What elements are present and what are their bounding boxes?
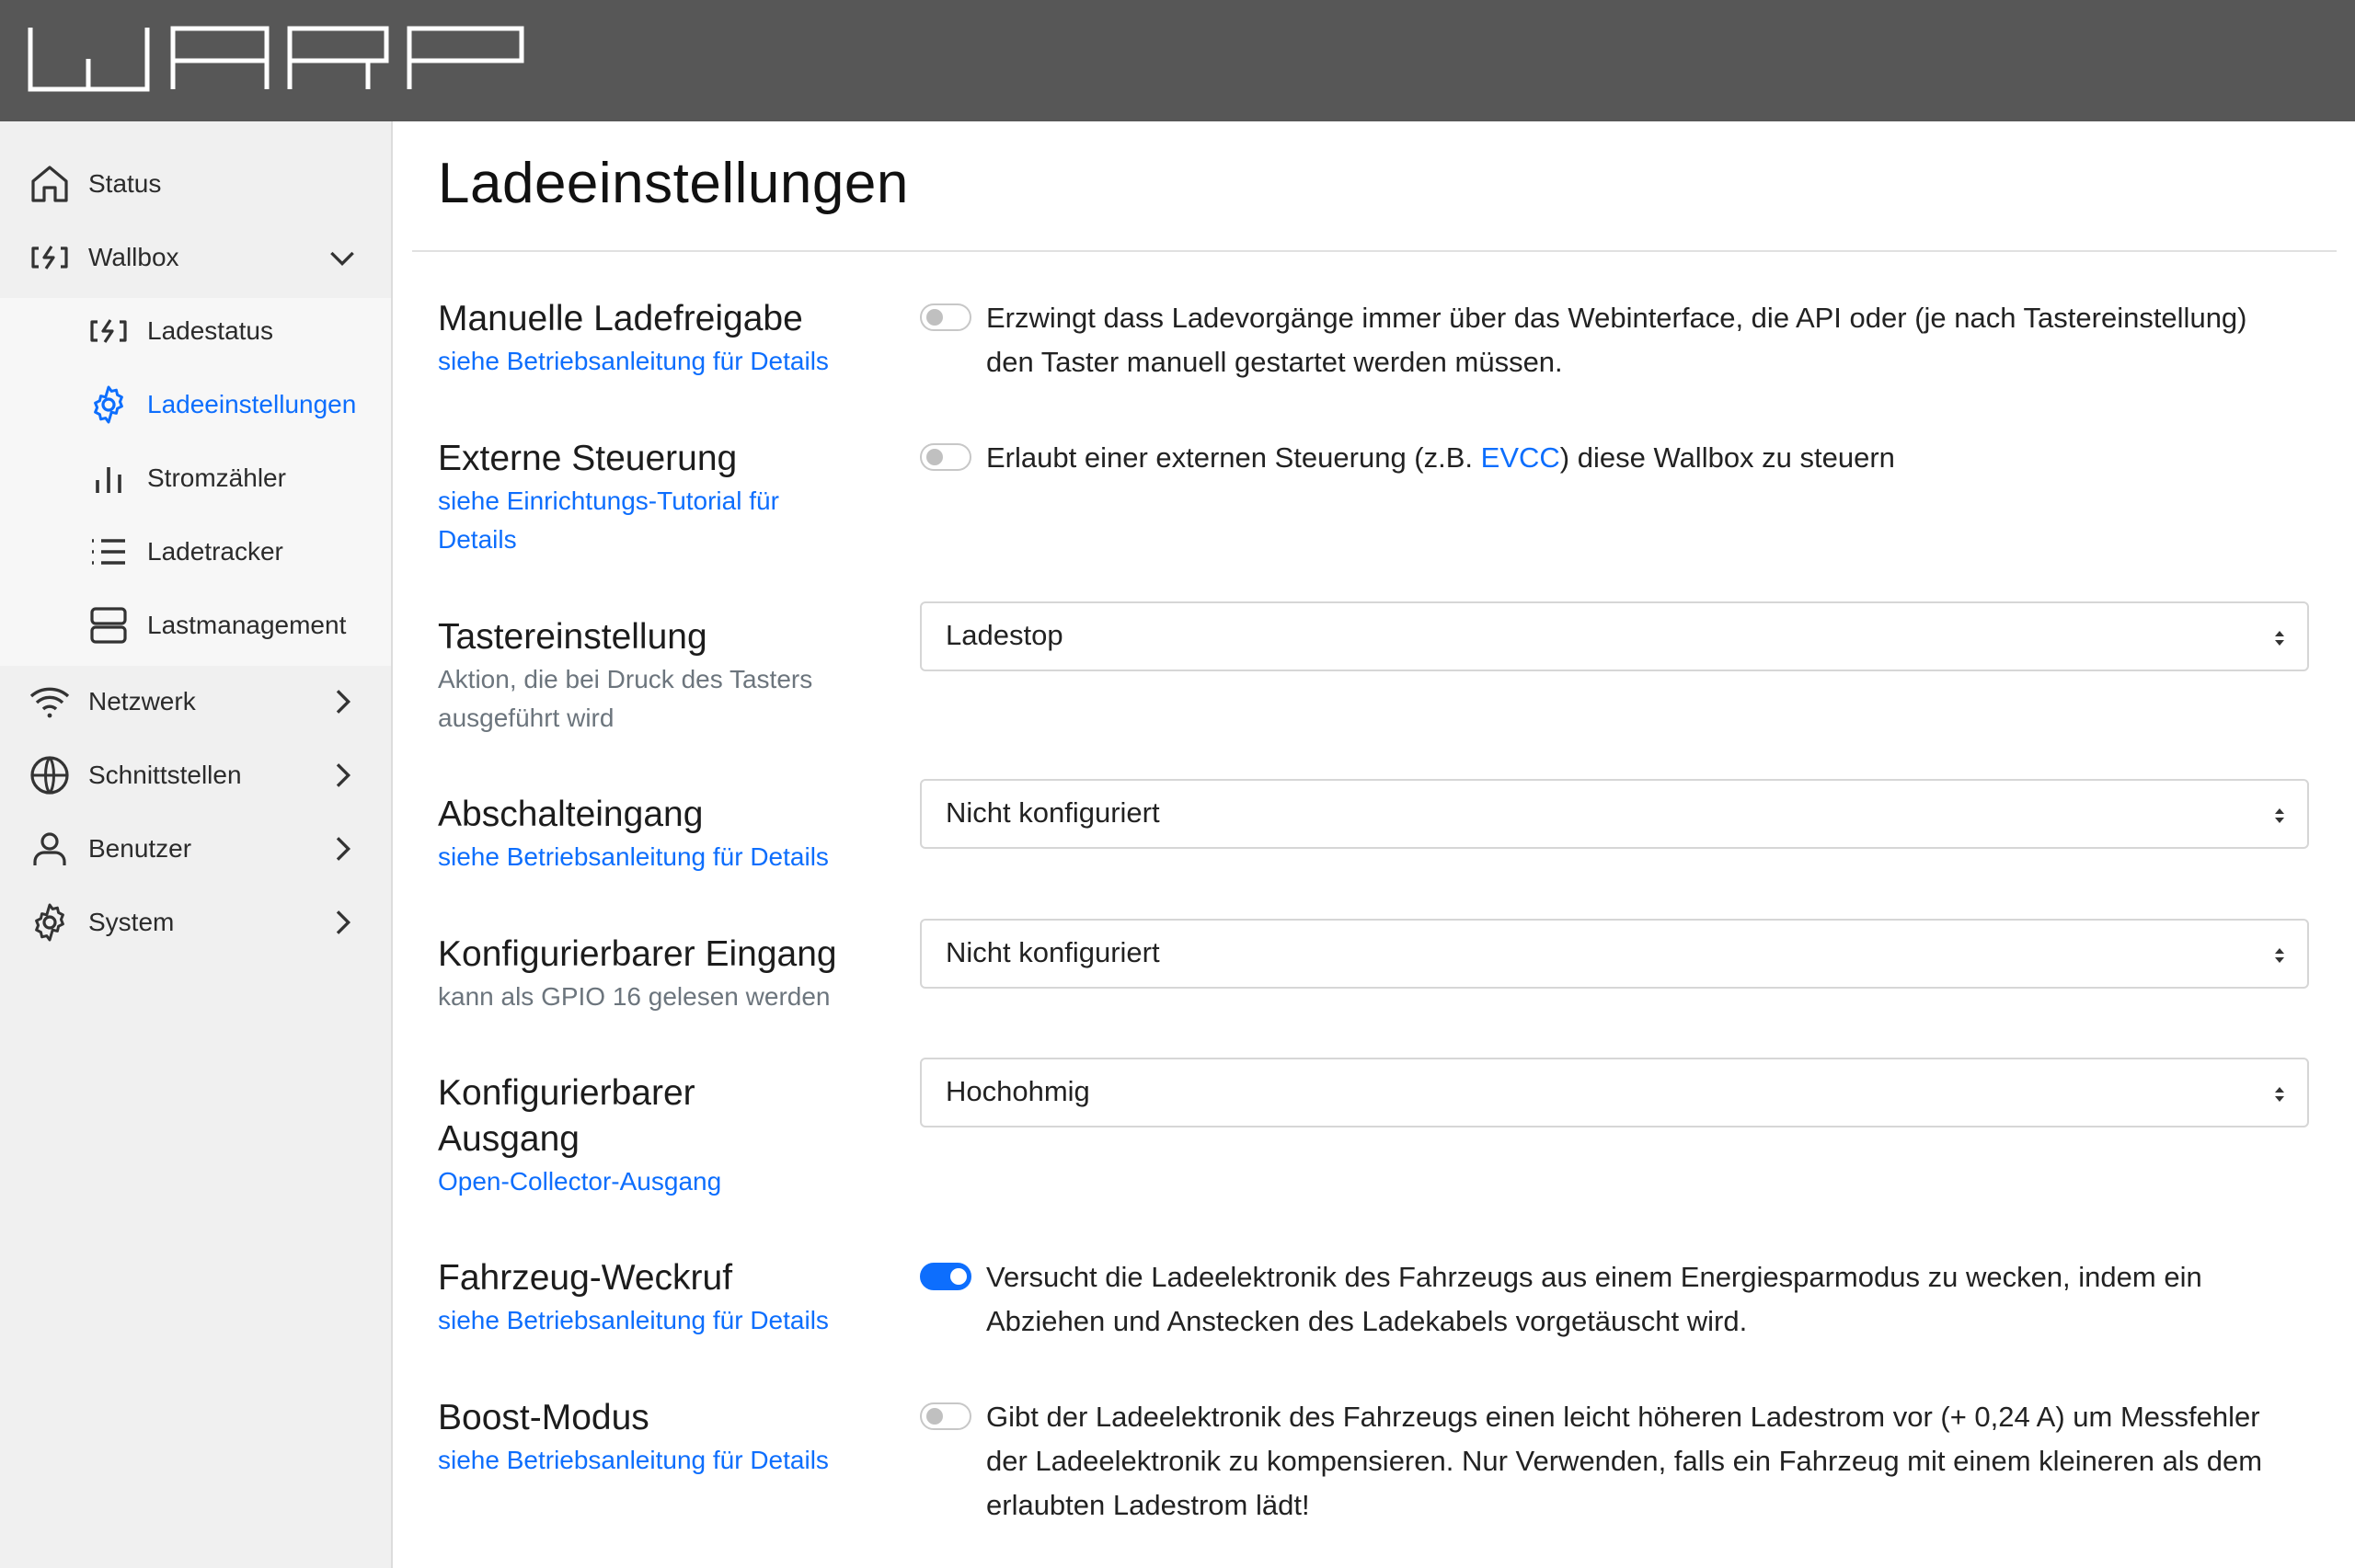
setting-title: Konfigurierbarer Ausgang xyxy=(438,1073,695,1159)
setting-title: Boost-Modus xyxy=(438,1398,649,1437)
server-icon xyxy=(90,607,127,644)
boost-link[interactable]: siehe Betriebsanleitung für Details xyxy=(438,1446,829,1474)
sidebar-item-system[interactable]: System xyxy=(0,889,391,956)
sidebar-item-label: Stromzähler xyxy=(147,464,286,492)
wifi-icon xyxy=(29,687,70,718)
page-title: Ladeeinstellungen xyxy=(438,152,909,215)
gear-icon xyxy=(94,385,123,424)
select-caret-icon xyxy=(2275,948,2284,963)
shutdown-link[interactable]: siehe Betriebsanleitung für Details xyxy=(438,842,829,871)
toggle-knob xyxy=(950,1268,967,1285)
toggle-knob xyxy=(926,309,943,326)
sidebar-item-benutzer[interactable]: Benutzer xyxy=(0,816,391,882)
sidebar-item-label: Ladeeinstellungen xyxy=(147,390,357,418)
setting-hint: Aktion, die bei Druck des Tasters ausgef… xyxy=(438,665,813,732)
manual-link[interactable]: siehe Betriebsanleitung für Details xyxy=(438,347,829,375)
sidebar-item-stromzaehler[interactable]: Stromzähler xyxy=(0,445,391,511)
sidebar-item-label: Benutzer xyxy=(88,834,192,863)
setting-title: Abschalteingang xyxy=(438,795,704,834)
desc-text: Erlaubt einer externen Steuerung (z.B. xyxy=(986,441,1481,474)
output-link[interactable]: Open-Collector-Ausgang xyxy=(438,1167,721,1196)
setting-title: Externe Steuerung xyxy=(438,439,738,478)
setting-title: Manuelle Ladefreigabe xyxy=(438,299,803,338)
wakeup-link[interactable]: siehe Betriebsanleitung für Details xyxy=(438,1306,829,1334)
sidebar-item-label: System xyxy=(88,908,175,936)
select-value: Hochohmig xyxy=(946,1075,1090,1107)
top-bar xyxy=(0,0,2355,121)
sidebar-item-label: Wallbox xyxy=(88,243,179,271)
sidebar-item-netzwerk[interactable]: Netzwerk xyxy=(0,669,391,735)
chevron-right-icon xyxy=(336,763,351,787)
setting-description: Versucht die Ladeelektronik des Fahrzeug… xyxy=(986,1261,2202,1337)
external-link[interactable]: siehe Einrichtungs-Tutorial für Details xyxy=(438,486,779,554)
bar-chart-icon xyxy=(96,467,121,493)
toggle-knob xyxy=(926,449,943,465)
select-value: Ladestop xyxy=(946,619,1063,651)
sidebar-item-label: Lastmanagement xyxy=(147,611,347,639)
select-value: Nicht konfiguriert xyxy=(946,936,1160,968)
select-value: Nicht konfiguriert xyxy=(946,796,1160,829)
setting-hint: kann als GPIO 16 gelesen werden xyxy=(438,982,831,1011)
title-divider xyxy=(412,250,2337,252)
sidebar-item-ladeeinstellungen[interactable]: Ladeeinstellungen xyxy=(0,372,391,438)
home-icon xyxy=(31,166,68,202)
vehicle-wakeup-toggle[interactable] xyxy=(920,1263,971,1290)
setting-description: Erzwingt dass Ladevorgänge immer über da… xyxy=(986,302,2247,378)
manual-release-toggle[interactable] xyxy=(920,303,971,331)
setting-title: Konfigurierbarer Eingang xyxy=(438,934,837,974)
desc-text: ) diese Wallbox zu steuern xyxy=(1559,441,1895,474)
sidebar-item-ladetracker[interactable]: Ladetracker xyxy=(0,519,391,585)
setting-description: Gibt der Ladeelektronik des Fahrzeugs ei… xyxy=(986,1401,2263,1521)
user-icon xyxy=(33,832,66,865)
setting-description: Erlaubt einer externen Steuerung (z.B. E… xyxy=(986,436,2292,480)
external-control-toggle[interactable] xyxy=(920,443,971,471)
sidebar-item-label: Ladestatus xyxy=(147,316,273,345)
select-caret-icon xyxy=(2275,808,2284,823)
toggle-knob xyxy=(926,1408,943,1425)
chevron-down-icon xyxy=(330,251,354,267)
charging-icon xyxy=(31,246,68,269)
chevron-right-icon xyxy=(336,910,351,934)
list-icon xyxy=(92,539,125,565)
chevron-right-icon xyxy=(336,837,351,861)
warp-logo xyxy=(28,26,524,92)
sidebar-item-schnittstellen[interactable]: Schnittstellen xyxy=(0,742,391,808)
sidebar-item-wallbox[interactable]: Wallbox xyxy=(0,224,391,291)
sidebar-item-lastmanagement[interactable]: Lastmanagement xyxy=(0,592,391,658)
boost-mode-toggle[interactable] xyxy=(920,1402,971,1430)
sidebar-item-label: Schnittstellen xyxy=(88,761,242,789)
gear-icon xyxy=(35,903,64,942)
wallbox-submenu: Ladestatus Ladeeinstellungen Stromzähler… xyxy=(0,298,391,666)
button-select[interactable]: Ladestop xyxy=(920,601,2309,671)
setting-title: Tastereinstellung xyxy=(438,617,707,657)
input-select[interactable]: Nicht konfiguriert xyxy=(920,919,2309,989)
globe-icon xyxy=(30,756,69,795)
sidebar: Status Wallbox Ladestatus Ladeeinstellun… xyxy=(0,121,393,1568)
sidebar-item-label: Status xyxy=(88,169,162,198)
chevron-right-icon xyxy=(336,690,351,714)
select-caret-icon xyxy=(2275,1087,2284,1102)
sidebar-item-label: Netzwerk xyxy=(88,687,196,715)
evcc-link[interactable]: EVCC xyxy=(1481,441,1560,474)
setting-title: Fahrzeug-Weckruf xyxy=(438,1258,733,1298)
output-select[interactable]: Hochohmig xyxy=(920,1058,2309,1127)
sidebar-item-ladestatus[interactable]: Ladestatus xyxy=(0,298,391,364)
shutdown-select[interactable]: Nicht konfiguriert xyxy=(920,779,2309,849)
charging-icon xyxy=(90,319,127,343)
sidebar-item-status[interactable]: Status xyxy=(0,151,391,217)
select-caret-icon xyxy=(2275,631,2284,646)
sidebar-item-label: Ladetracker xyxy=(147,537,283,566)
